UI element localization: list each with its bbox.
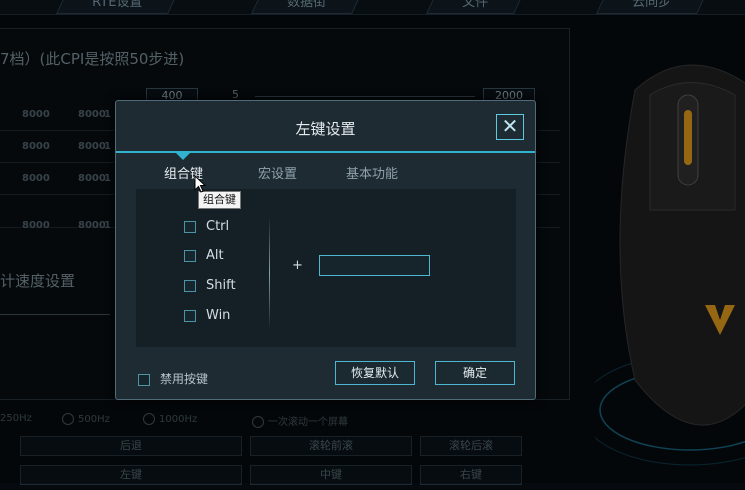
restore-default-button[interactable]: 恢复默认 [335,361,415,385]
alt-checkbox[interactable]: Alt [184,248,224,263]
mouse-cursor-icon [194,175,206,193]
panel-divider [269,217,270,329]
checkbox-icon [138,373,150,386]
tab-macro-settings[interactable]: 宏设置 [258,163,297,182]
tooltip: 组合键 [198,191,241,209]
checkbox-icon [184,220,196,233]
plus-sign: + [292,258,303,273]
dialog-title: 左键设置 [295,120,356,138]
active-tab-indicator [176,153,190,160]
win-checkbox[interactable]: Win [184,308,230,323]
close-icon: ✕ [501,114,519,138]
ok-button[interactable]: 确定 [435,361,515,385]
combo-key-panel: Ctrl Alt Shift Win + [136,189,516,347]
checkbox-icon [184,309,196,322]
checkbox-icon [184,249,196,262]
shift-checkbox[interactable]: Shift [184,278,236,293]
tab-basic-functions[interactable]: 基本功能 [346,163,398,182]
checkbox-icon [184,279,196,292]
disable-key-checkbox[interactable]: 禁用按键 [138,370,208,387]
key-capture-input[interactable] [319,255,430,276]
ctrl-checkbox[interactable]: Ctrl [184,219,229,234]
close-button[interactable]: ✕ [496,114,524,140]
left-key-settings-dialog: 左键设置 ✕ 组合键 宏设置 基本功能 Ctrl Alt Shift Win +… [115,100,536,400]
